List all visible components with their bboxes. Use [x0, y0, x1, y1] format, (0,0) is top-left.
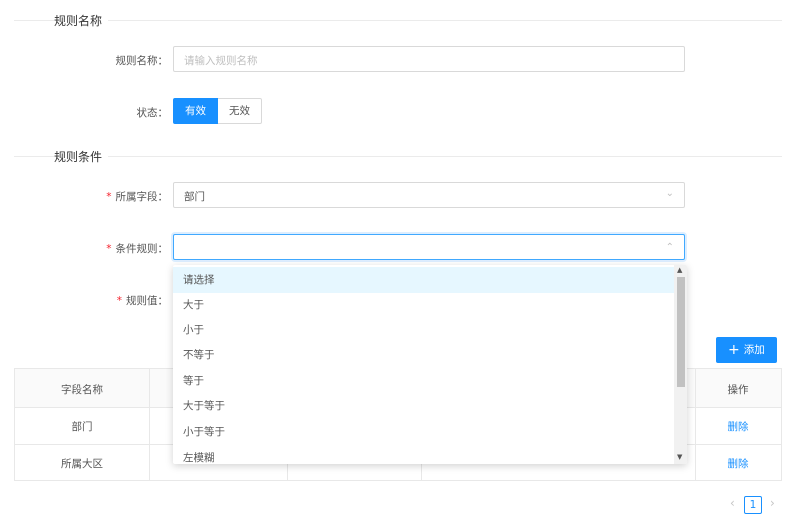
- dropdown-option[interactable]: 等于: [173, 368, 674, 394]
- condition-rule-dropdown: 请选择 大于 小于 不等于 等于 大于等于 小于等于 左模糊 ▲ ▼: [173, 265, 687, 464]
- dropdown-option[interactable]: 小于: [173, 317, 674, 343]
- chevron-up-icon: ⌃: [665, 242, 674, 253]
- chevron-down-icon: ⌄: [665, 188, 674, 199]
- plus-icon: +: [728, 342, 740, 358]
- status-label: 状态：: [136, 107, 169, 119]
- pagination: ‹ 1 ›: [726, 496, 786, 516]
- field-label: * 所属字段：: [106, 191, 168, 203]
- dropdown-option[interactable]: 大于等于: [173, 393, 674, 419]
- condition-rule-select[interactable]: ⌃: [173, 234, 685, 260]
- rule-name-placeholder: 请输入规则名称: [184, 55, 258, 67]
- section-title-conditions: 规则条件: [54, 148, 109, 165]
- required-mark: *: [106, 243, 112, 255]
- delete-link[interactable]: 删除: [695, 419, 781, 434]
- rule-name-input[interactable]: 请输入规则名称: [173, 46, 685, 72]
- dropdown-option[interactable]: 不等于: [173, 342, 674, 368]
- rule-name-label: 规则名称：: [115, 55, 169, 67]
- scroll-up-arrow-icon[interactable]: ▲: [677, 266, 682, 274]
- dropdown-option[interactable]: 小于等于: [173, 419, 674, 445]
- dropdown-option[interactable]: 请选择: [173, 267, 674, 293]
- dropdown-option[interactable]: 左模糊: [173, 445, 674, 464]
- rule-value-label: * 规则值：: [116, 295, 168, 307]
- required-mark: *: [106, 191, 112, 203]
- section-title-basic: 规则名称: [54, 12, 109, 29]
- page-number[interactable]: 1: [744, 496, 762, 514]
- field-select[interactable]: 部门 ⌄: [173, 182, 685, 208]
- scrollbar-thumb[interactable]: [677, 277, 685, 387]
- previous-page-icon[interactable]: ‹: [730, 496, 735, 510]
- dropdown-option[interactable]: 大于: [173, 292, 674, 318]
- status-option-valid[interactable]: 有效: [173, 98, 218, 124]
- status-radio-group: 有效 无效: [173, 98, 262, 124]
- required-mark: *: [116, 295, 122, 307]
- table-cell-field: 所属大区: [61, 458, 103, 470]
- section-divider-basic: [14, 20, 782, 21]
- column-header-field: 字段名称: [61, 384, 103, 396]
- section-divider-conditions: [14, 156, 782, 157]
- condition-rule-label: * 条件规则：: [106, 243, 168, 255]
- delete-link[interactable]: 删除: [695, 456, 781, 471]
- scroll-down-arrow-icon[interactable]: ▼: [677, 453, 682, 461]
- table-cell-field: 部门: [71, 421, 93, 433]
- status-option-invalid[interactable]: 无效: [218, 98, 262, 124]
- dropdown-scrollbar[interactable]: ▲ ▼: [674, 265, 687, 464]
- column-header-action: 操作: [727, 384, 749, 396]
- field-select-value: 部门: [184, 191, 205, 203]
- next-page-icon[interactable]: ›: [770, 496, 775, 510]
- add-button[interactable]: + 添加: [716, 337, 777, 363]
